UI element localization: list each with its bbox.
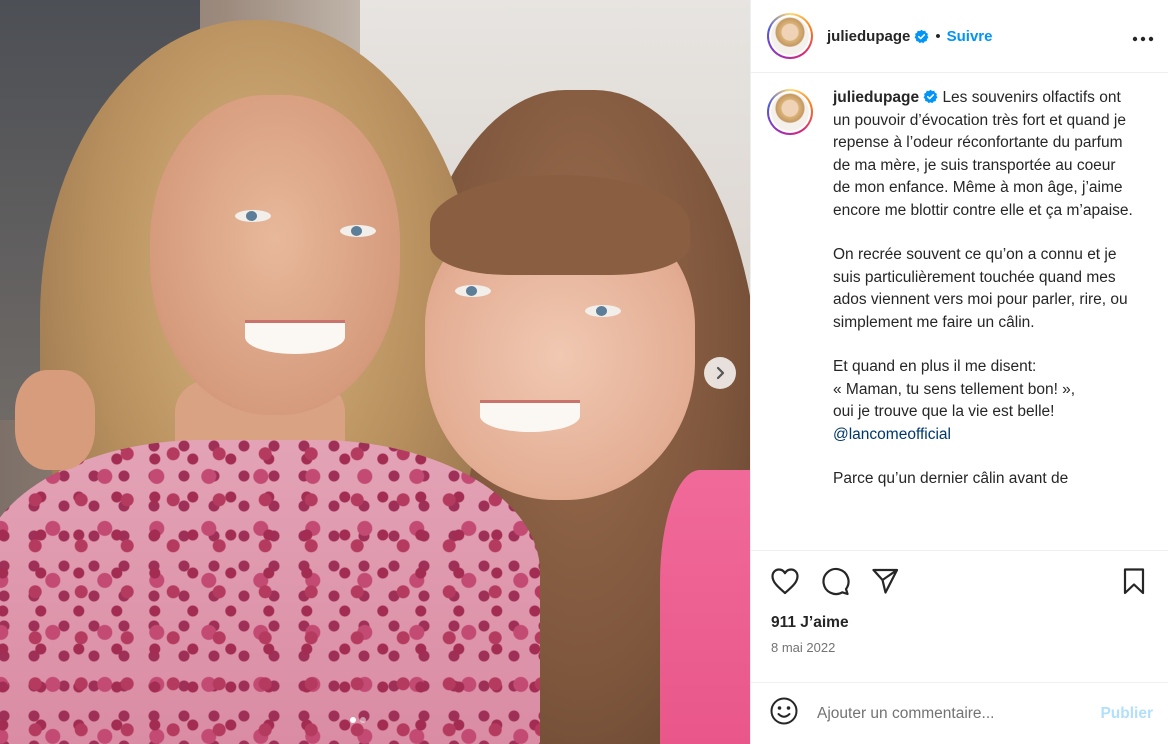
- post-details-panel: juliedupage • Suivre juliedupage Les sou…: [750, 0, 1168, 744]
- daughter-eye-left: [455, 285, 491, 297]
- mother-eye-right: [340, 225, 376, 237]
- header-separator: •: [935, 27, 941, 45]
- carousel-indicator: [350, 717, 366, 723]
- carousel-next-button[interactable]: [704, 357, 736, 389]
- author-username[interactable]: juliedupage: [827, 28, 910, 45]
- caption-text: juliedupage Les souvenirs olfactifs ont …: [833, 87, 1133, 550]
- emoji-button[interactable]: [769, 696, 799, 731]
- verified-badge-icon: [914, 29, 929, 43]
- more-icon: [1132, 36, 1154, 41]
- mother-floral-shirt: [0, 440, 540, 744]
- caption-paragraph-4: Parce qu’un dernier câlin avant de: [833, 470, 1069, 487]
- emoji-icon: [770, 697, 798, 725]
- caption-author-avatar[interactable]: [767, 89, 813, 135]
- avatar-image: [771, 17, 809, 55]
- like-button[interactable]: [769, 565, 801, 597]
- caption-line: « Maman, tu sens tellement bon! »,: [833, 380, 1076, 398]
- heart-icon: [771, 568, 799, 595]
- carousel-dot-active: [350, 717, 356, 723]
- avatar-image: [771, 93, 809, 131]
- hand-on-shoulder: [15, 370, 95, 470]
- caption-paragraph-2: On recrée souvent ce qu’on a connu et je…: [833, 246, 1128, 331]
- publish-button[interactable]: Publier: [1100, 705, 1153, 723]
- mother-face: [150, 95, 400, 415]
- author-avatar[interactable]: [767, 13, 813, 59]
- post-date[interactable]: 8 mai 2022: [751, 640, 1168, 655]
- comment-form: Publier: [751, 682, 1168, 744]
- daughter-pink-shirt: [660, 470, 750, 744]
- daughter-bangs: [430, 175, 690, 275]
- mother-smile: [245, 320, 345, 354]
- mother-eye-left: [235, 210, 271, 222]
- daughter-smile: [480, 400, 580, 432]
- caption-section: juliedupage Les souvenirs olfactifs ont …: [751, 73, 1168, 551]
- action-bar: [751, 551, 1168, 611]
- chevron-right-icon: [716, 366, 725, 380]
- caption-body-1: Les souvenirs olfactifs ont un pouvoir d…: [833, 89, 1133, 219]
- bookmark-icon: [1123, 568, 1145, 595]
- post-image[interactable]: [0, 0, 750, 744]
- more-options-button[interactable]: [1132, 25, 1154, 48]
- comment-input[interactable]: [817, 704, 1067, 723]
- caption-line: Et quand en plus il me disent:: [833, 358, 1037, 375]
- caption-paragraph-1: juliedupage Les souvenirs olfactifs ont …: [833, 87, 1133, 222]
- comment-button[interactable]: [819, 565, 851, 597]
- caption-line: oui je trouve que la vie est belle!: [833, 403, 1055, 420]
- verified-badge-icon: [923, 89, 938, 104]
- follow-button[interactable]: Suivre: [947, 28, 993, 45]
- likes-count[interactable]: 911 J’aime: [751, 614, 1168, 632]
- share-icon: [872, 568, 899, 594]
- caption-username[interactable]: juliedupage: [833, 89, 919, 106]
- carousel-dot: [360, 717, 366, 723]
- comment-icon: [822, 567, 850, 596]
- daughter-eye-right: [585, 305, 621, 317]
- mention-link[interactable]: @lancomeofficial: [833, 426, 951, 443]
- share-button[interactable]: [869, 565, 901, 597]
- post-header: juliedupage • Suivre: [751, 0, 1168, 73]
- save-button[interactable]: [1118, 565, 1150, 597]
